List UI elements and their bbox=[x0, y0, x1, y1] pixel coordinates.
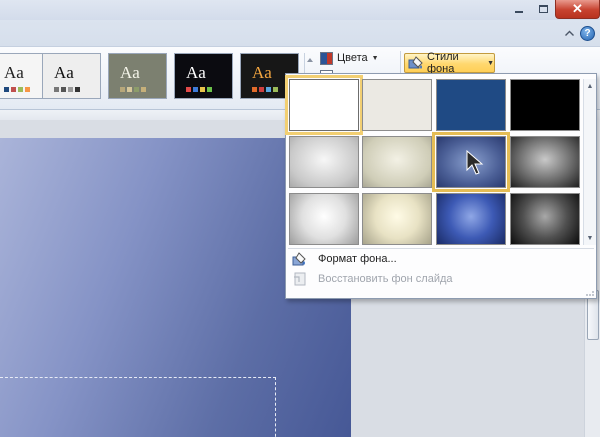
background-styles-dropdown: ▲ ▼ Формат фона... Восстановить фон слай… bbox=[285, 73, 597, 299]
resize-grip-icon bbox=[586, 291, 594, 296]
reset-slide-background-menu-item[interactable]: Восстановить фон слайда bbox=[290, 269, 580, 289]
theme-color-swatches bbox=[4, 87, 30, 92]
theme-colors-label: Цвета bbox=[337, 52, 368, 64]
theme-thumbnail[interactable]: Aa bbox=[174, 53, 233, 99]
theme-thumbnail[interactable]: Aa bbox=[42, 53, 101, 99]
chevron-down-icon: ▼ bbox=[586, 234, 594, 242]
background-styles-label: Стили фона bbox=[427, 51, 459, 75]
help-button[interactable]: ? bbox=[580, 26, 595, 41]
background-style-dark-blue[interactable] bbox=[436, 79, 506, 131]
background-styles-button[interactable]: Стили фона ▼ bbox=[404, 51, 495, 75]
background-styles-icon bbox=[408, 56, 424, 70]
title-bar: ✕ bbox=[0, 0, 600, 20]
minimize-icon bbox=[515, 11, 523, 13]
format-background-menu-item[interactable]: Формат фона... bbox=[290, 249, 580, 269]
chevron-up-icon: ▲ bbox=[586, 82, 594, 90]
format-background-label: Формат фона... bbox=[318, 253, 397, 265]
theme-colors-button[interactable]: Цвета ▼ bbox=[320, 49, 379, 67]
background-style-black-gradient[interactable] bbox=[510, 136, 580, 188]
help-icon: ? bbox=[584, 28, 591, 39]
mouse-cursor-icon bbox=[466, 150, 484, 175]
close-icon: ✕ bbox=[572, 1, 583, 16]
ribbon-tab-row bbox=[0, 20, 600, 46]
background-style-blue-radial[interactable] bbox=[436, 193, 506, 245]
theme-preview-text: Aa bbox=[186, 63, 206, 82]
theme-preview-text: Aa bbox=[120, 63, 140, 82]
background-style-light-gray[interactable] bbox=[362, 79, 432, 131]
background-style-white-gradient[interactable] bbox=[289, 136, 359, 188]
theme-preview-text: Aa bbox=[4, 63, 24, 82]
background-style-beige-gradient[interactable] bbox=[362, 136, 432, 188]
theme-color-swatches bbox=[54, 87, 80, 92]
themes-gallery: Aa Aa Aa Aa Aa bbox=[0, 53, 318, 101]
theme-preview-text: Aa bbox=[252, 63, 272, 82]
background-style-white-radial[interactable] bbox=[289, 193, 359, 245]
background-style-white[interactable] bbox=[285, 75, 363, 135]
close-button[interactable]: ✕ bbox=[555, 0, 600, 19]
chevron-down-icon: ▼ bbox=[371, 54, 379, 62]
theme-color-swatches bbox=[120, 87, 146, 92]
reset-background-icon bbox=[292, 271, 308, 287]
theme-thumbnail[interactable]: Aa bbox=[108, 53, 167, 99]
theme-color-swatches bbox=[252, 87, 278, 92]
theme-color-swatches bbox=[186, 87, 212, 92]
chevron-down-icon: ▼ bbox=[487, 59, 494, 67]
theme-colors-icon bbox=[320, 51, 333, 65]
restore-icon bbox=[538, 5, 548, 13]
resize-grip[interactable] bbox=[583, 289, 595, 297]
background-gallery-scroll[interactable]: ▲ ▼ bbox=[583, 79, 596, 245]
background-style-beige-radial[interactable] bbox=[362, 193, 432, 245]
format-background-icon bbox=[292, 251, 308, 267]
maximize-button[interactable] bbox=[531, 0, 555, 18]
scroll-down-button[interactable]: ▼ bbox=[584, 231, 596, 245]
background-style-black-radial[interactable] bbox=[510, 193, 580, 245]
minimize-button[interactable] bbox=[507, 0, 531, 18]
scroll-up-button[interactable]: ▲ bbox=[584, 79, 596, 93]
collapse-ribbon-button[interactable] bbox=[563, 27, 575, 39]
background-styles-gallery bbox=[285, 74, 581, 246]
slide-text-placeholder[interactable] bbox=[0, 377, 276, 437]
theme-preview-text: Aa bbox=[54, 63, 74, 82]
chevron-up-icon bbox=[564, 30, 574, 36]
reset-background-label: Восстановить фон слайда bbox=[318, 273, 453, 285]
background-style-black[interactable] bbox=[510, 79, 580, 131]
